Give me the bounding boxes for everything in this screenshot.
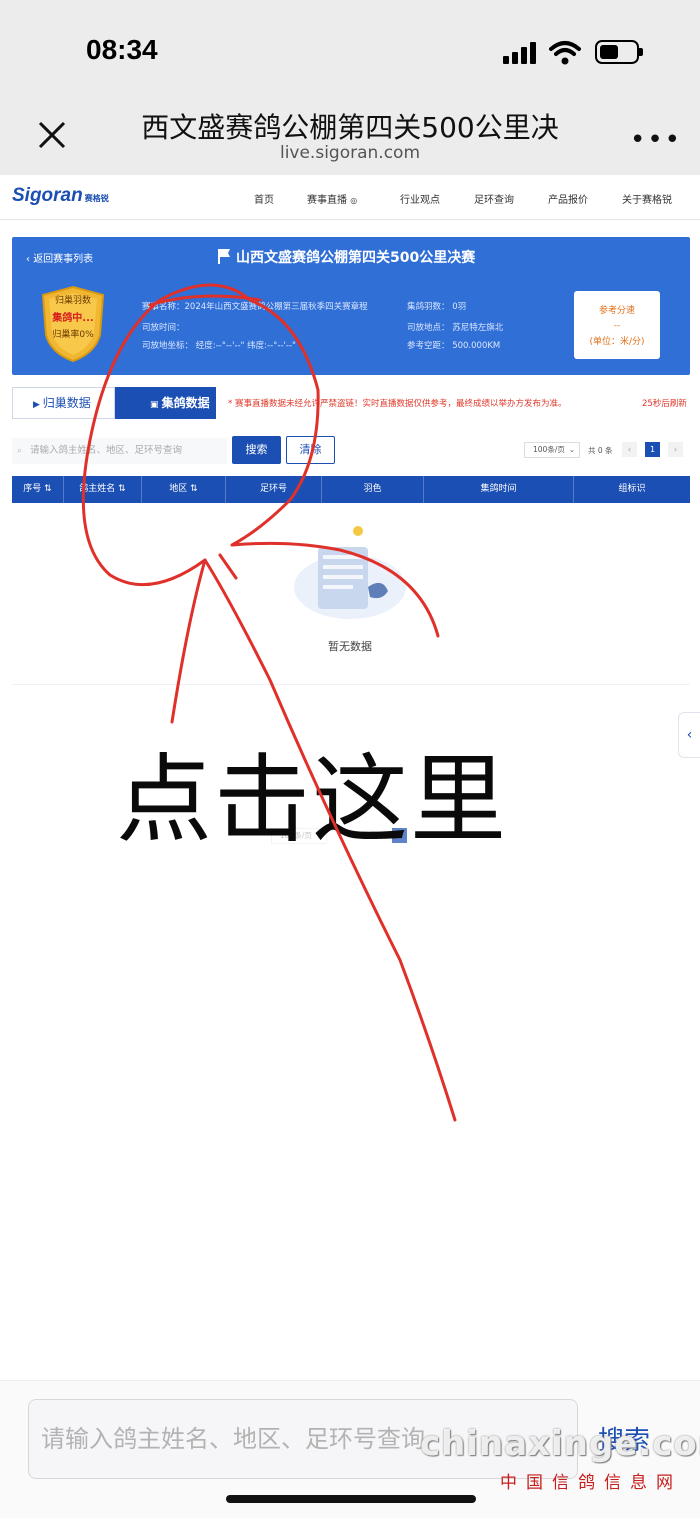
col-ring-label: 足环号 [259,484,287,494]
search-input[interactable]: ⌕ 请输入鸽主姓名、地区、足环号查询 [12,438,227,464]
release-coords: 司放地坐标： 经度:--°--'--" 纬度:--°--'--" [142,341,296,351]
release-place: 司放地点： 苏尼特左旗北 [407,323,504,333]
tab-return-label: 归巢数据 [42,396,91,410]
speed-label: 参考分速 [598,306,635,316]
nav-opinion[interactable]: 行业观点 [400,191,440,206]
speed-value: -- [613,321,621,331]
release-time: 司放时间： [142,323,185,333]
sort-icon: ⇅ [118,484,126,494]
search-button[interactable]: 搜索 [232,436,281,464]
search-placeholder: 请输入鸽主姓名、地区、足环号查询 [30,445,183,456]
nav-ring-query[interactable]: 足环查询 [474,191,514,206]
close-icon[interactable] [32,115,72,155]
wifi-icon [549,41,581,65]
browser-url: live.sigoran.com [279,143,421,163]
tab-collect-label: 集鸽数据 [161,396,210,410]
shield-rate: 归巢率0% [52,330,94,340]
nav-live-label: 赛事直播 [307,195,347,206]
empty-data-text: 暂无数据 [328,640,372,653]
col-region-label: 地区 [169,484,188,494]
race-name: 赛事名称：2024年山西文盛赛鸽公棚第三届秋季四关赛章程 [142,302,368,312]
col-collect-time: 集鸽时间 [424,476,574,503]
shield-top-label: 归巢羽数 [54,296,91,306]
browser-chrome: 08:34 西文盛赛鸽公棚第四关500公里决 live.sigoran.com … [0,0,700,175]
empty-data-icon [294,526,406,619]
reference-distance: 参考空距： 500.000KM [407,341,501,351]
status-time: 08:34 [86,34,158,65]
collect-count: 集鸽羽数： 0羽 [407,302,467,312]
pager-next-button[interactable]: › [668,442,683,457]
live-icon: ◎ [350,196,358,205]
nav-about[interactable]: 关于赛格锐 [622,191,672,206]
tab-collect-data[interactable]: ▣ 集鸽数据 [115,387,216,419]
col-region[interactable]: 地区 ⇅ [142,476,226,503]
chevron-left-icon: ‹ [686,727,693,743]
col-color: 羽色 [322,476,424,503]
truck-icon: ▣ [150,400,162,410]
watermark-text: chinaxinge.com [420,1424,700,1464]
site-logo[interactable]: Sigoran 赛格锐 [12,185,109,207]
col-group: 组标识 [618,484,646,494]
table-header: 序号 ⇅ 鸽主姓名 ⇅ 地区 ⇅ 足环号 羽色 集鸽时间 组标识 [12,476,690,503]
col-index[interactable]: 序号 ⇅ [12,476,64,503]
speed-unit: (单位：米/分) [589,337,645,347]
back-label: 返回赛事列表 [33,254,94,265]
site-nav: Sigoran 赛格锐 首页 赛事直播 ◎ 行业观点 足环查询 产品报价 关于赛格… [0,175,700,220]
nav-pricing[interactable]: 产品报价 [548,191,588,206]
side-collapse-tab[interactable]: ‹ [678,712,700,758]
shield-text: 归巢羽数 集鸽中... 归巢率0% [40,293,106,344]
watermark-subtext: 中国信鸽信息网 [500,1473,682,1493]
nav-home[interactable]: 首页 [254,191,274,206]
back-to-race-list[interactable]: ‹ 返回赛事列表 [26,250,93,265]
refresh-countdown: 25秒后刷新 [642,399,687,409]
logo-subtext: 赛格锐 [84,194,109,203]
sort-icon: ⇅ [190,484,198,494]
annotation-text: 点击这里 [116,744,508,856]
race-banner: ‹ 返回赛事列表 山西文盛赛鸽公棚第四关500公里决赛 归巢羽数 集鸽中... … [12,237,690,375]
more-options-icon[interactable]: ••• [630,125,680,155]
logo-text: Sigoran [12,185,83,206]
flag-icon [218,249,230,264]
col-ring[interactable]: 足环号 [226,476,322,503]
play-icon: ▶ [33,400,43,410]
search-icon: ⌕ [17,446,23,456]
live-notice: * 赛事直播数据未经允许严禁盗链！实时直播数据仅供参考，最终成绩以举办方发布为准… [228,399,567,409]
col-owner[interactable]: 鸽主姓名 ⇅ [64,476,142,503]
pager-page-1[interactable]: 1 [645,442,660,457]
col-index-label: 序号 [23,484,42,494]
race-title: 山西文盛赛鸽公棚第四关500公里决赛 [236,250,476,266]
page-size-value: 100条/页 [533,445,565,454]
col-owner-label: 鸽主姓名 [79,484,116,494]
nav-live[interactable]: 赛事直播 ◎ [307,191,357,206]
cellular-signal-icon [503,42,539,64]
clear-button[interactable]: 清除 [286,436,335,464]
pager-prev-button[interactable]: ‹ [622,442,637,457]
divider [12,684,690,685]
reference-speed-box: 参考分速 -- (单位：米/分) [574,291,660,359]
tab-return-data[interactable]: ▶ 归巢数据 [12,387,115,419]
browser-page-title: 西文盛赛鸽公棚第四关500公里决 [141,111,559,144]
pager-total: 共 0 条 [588,446,613,455]
shield-status: 集鸽中... [52,313,94,324]
sort-icon: ⇅ [44,484,52,494]
home-indicator [226,1495,476,1503]
page-size-select[interactable]: 100条/页 ⌄ [524,442,580,458]
chevron-down-icon: ⌄ [568,445,575,454]
battery-icon [595,40,643,64]
